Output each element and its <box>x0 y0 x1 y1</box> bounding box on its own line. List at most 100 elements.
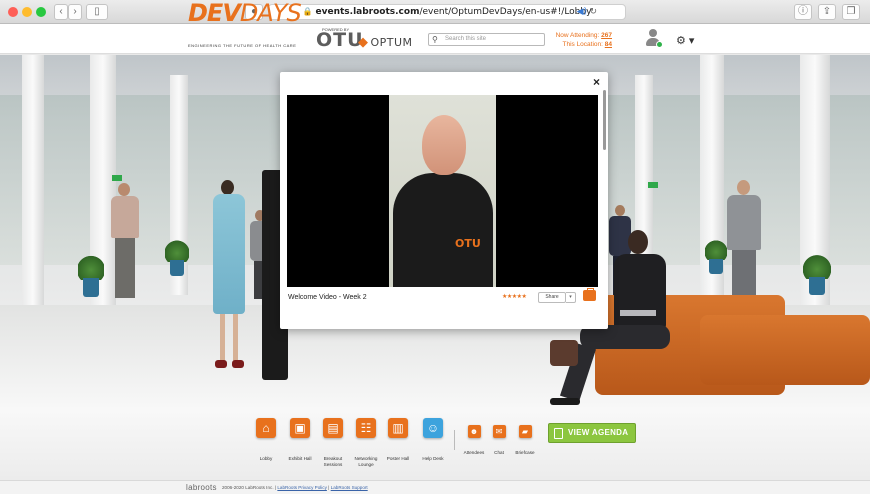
video-player[interactable]: OTU <box>287 95 598 287</box>
search-icon: ⚲ <box>432 35 438 44</box>
nav-networking-lounge[interactable]: ☷ Networking Lounge <box>352 418 380 468</box>
video-modal: × OTU Welcome Video - Week 2 ★★★★★ Share… <box>280 72 608 329</box>
plant-icon <box>78 255 104 297</box>
user-avatar-icon[interactable] <box>645 29 663 49</box>
now-attending-label: Now Attending: <box>555 32 600 39</box>
nav-exhibit-hall[interactable]: ▣ Exhibit Hall <box>285 418 315 462</box>
person-figure <box>106 183 144 303</box>
nav-label: Chat <box>494 450 504 455</box>
exit-sign-icon <box>112 175 122 181</box>
briefcase-icon: ▰ <box>518 425 532 438</box>
audio-icon[interactable]: ◀) <box>577 5 587 19</box>
copyright-text: 2006-2020 LabRoots Inc. <box>222 485 274 490</box>
tabs-icon[interactable]: ❐ <box>842 4 860 20</box>
otu-logo-text: OTU <box>316 29 364 51</box>
nav-chat[interactable]: ✉ Chat <box>489 418 509 456</box>
back-icon[interactable]: ‹ <box>54 4 68 20</box>
share-dropdown-icon[interactable]: ▾ <box>566 292 576 303</box>
nav-label: Poster Hall <box>386 456 410 461</box>
rating-stars-icon[interactable]: ★★★★★ <box>502 293 527 300</box>
forward-icon[interactable]: › <box>68 4 82 20</box>
nav-lobby[interactable]: ⌂ Lobby <box>256 418 276 462</box>
chat-icon: ✉ <box>492 425 506 438</box>
networking-icon: ☷ <box>356 418 376 438</box>
pillar <box>22 55 44 315</box>
labroots-logo: labroots <box>186 483 217 492</box>
speaker-body <box>393 173 493 287</box>
search-placeholder: Search this site <box>445 36 487 42</box>
modal-scrollbar[interactable] <box>603 90 606 150</box>
support-link[interactable]: LabRoots Support <box>331 485 368 490</box>
optum-mark-icon: ◆ <box>358 35 369 50</box>
shirt-logo: OTU <box>455 237 481 250</box>
otu-logo: OTU <box>316 31 364 50</box>
nav-poster-hall[interactable]: ▥ Poster Hall <box>384 418 412 462</box>
close-icon[interactable]: × <box>593 75 600 89</box>
plant-icon <box>165 240 189 276</box>
online-status-icon <box>656 41 663 48</box>
video-frame: OTU <box>389 95 496 287</box>
url-path: /event/OptumDevDays/en-us#!/Lobby <box>419 7 592 17</box>
share-button[interactable]: Share <box>538 292 566 303</box>
page: ‹ › ▯ ● 🔒 events.labroots.com/event/Optum… <box>0 0 870 494</box>
optum-logo-text: OPTUM <box>370 36 413 49</box>
calendar-icon <box>554 428 563 439</box>
devdays-logo[interactable]: DEVDAYS <box>188 0 302 27</box>
footer-separator: | <box>328 485 330 490</box>
search-input[interactable]: ⚲ Search this site <box>428 33 545 46</box>
nav-label: Breakout Sessions <box>323 456 343 467</box>
reload-icon[interactable]: ↻ <box>589 5 597 19</box>
avatar-head <box>649 29 657 37</box>
optum-logo: ◆ OPTUM <box>358 35 413 50</box>
view-agenda-button[interactable]: VIEW AGENDA <box>548 423 636 443</box>
privacy-policy-link[interactable]: LabRoots Privacy Policy <box>277 485 327 490</box>
speaker-head <box>422 115 466 175</box>
plant-icon <box>803 255 831 295</box>
nav-label: Lobby <box>259 456 273 461</box>
video-title: Welcome Video - Week 2 <box>288 294 367 301</box>
logo-days-text: DAYS <box>239 0 302 27</box>
url-domain: events.labroots.com <box>315 7 420 17</box>
footer-links: 2006-2020 LabRoots Inc. | LabRoots Priva… <box>222 481 368 494</box>
lock-icon: 🔒 <box>302 7 313 16</box>
info-icon[interactable]: ⓘ <box>794 4 812 20</box>
sidebar-icon[interactable]: ▯ <box>86 4 108 20</box>
nav-label: Attendees <box>463 450 485 455</box>
nav-divider <box>454 430 455 450</box>
attendance-counter: Now Attending: 267 This Location: 84 <box>556 31 612 49</box>
nav-attendees[interactable]: ☻ Attendees <box>461 418 487 456</box>
nav-label: Exhibit Hall <box>288 456 312 461</box>
pillar <box>700 55 724 315</box>
now-attending-count[interactable]: 267 <box>601 32 612 39</box>
address-bar[interactable]: 🔒 events.labroots.com/event/OptumDevDays/… <box>268 4 626 20</box>
nav-label: Networking Lounge <box>354 456 378 467</box>
sofa <box>700 315 870 385</box>
share-icon[interactable]: ⇪ <box>818 4 836 20</box>
footer-separator: | <box>274 485 277 490</box>
nav-breakout-sessions[interactable]: ▤ Breakout Sessions <box>320 418 346 468</box>
settings-gear-icon[interactable]: ⚙ ▾ <box>676 34 694 47</box>
help-icon: ☺ <box>423 418 443 438</box>
logo-dev-text: DEV <box>188 0 241 27</box>
nav-label: Briefcase <box>515 450 535 455</box>
close-window-icon[interactable] <box>8 7 18 17</box>
exhibit-icon: ▣ <box>290 418 310 438</box>
nav-help-desk[interactable]: ☺ Help Desk <box>420 418 446 462</box>
attendees-icon: ☻ <box>467 425 481 438</box>
home-icon: ⌂ <box>256 418 276 438</box>
exit-sign-icon <box>648 182 658 188</box>
person-figure <box>205 180 253 370</box>
this-location-count[interactable]: 84 <box>605 41 612 48</box>
nav-briefcase[interactable]: ▰ Briefcase <box>512 418 538 456</box>
nav-label: Help Desk <box>422 456 444 461</box>
browser-toolbar: ‹ › ▯ ● 🔒 events.labroots.com/event/Optum… <box>0 0 870 24</box>
poster-icon: ▥ <box>388 418 408 438</box>
logo-tagline: ENGINEERING THE FUTURE OF HEALTH CARE <box>188 43 297 48</box>
footer: labroots 2006-2020 LabRoots Inc. | LabRo… <box>0 480 870 494</box>
this-location-label: This Location: <box>562 41 603 48</box>
breakout-icon: ▤ <box>323 418 343 438</box>
minimize-window-icon[interactable] <box>22 7 32 17</box>
view-agenda-label: VIEW AGENDA <box>568 428 629 437</box>
add-to-briefcase-icon[interactable] <box>583 288 596 301</box>
zoom-window-icon[interactable] <box>36 7 46 17</box>
